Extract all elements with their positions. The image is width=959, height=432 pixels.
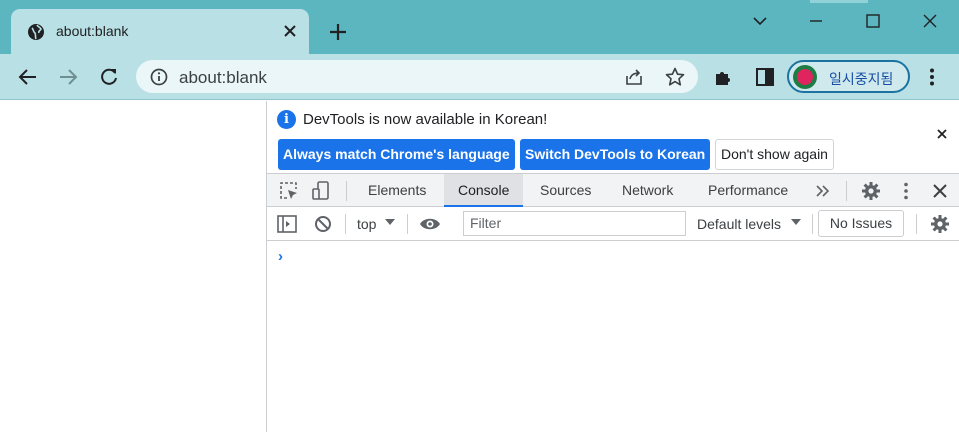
devtools-tab-bar: Elements Console Sources Network Perform… xyxy=(267,173,959,207)
toolbar-separator xyxy=(345,214,346,234)
toolbar-separator xyxy=(916,214,917,234)
maximize-icon[interactable] xyxy=(861,9,885,33)
dont-show-again-button[interactable]: Don't show again xyxy=(715,139,834,170)
toolbar-separator xyxy=(407,214,408,234)
minimize-icon[interactable] xyxy=(804,9,828,33)
console-settings-gear-icon[interactable] xyxy=(929,213,951,235)
switch-to-korean-button[interactable]: Switch DevTools to Korean xyxy=(520,139,711,170)
tab-search-chevron-icon[interactable] xyxy=(748,9,772,33)
device-toolbar-icon[interactable] xyxy=(310,180,332,202)
side-panel-icon[interactable] xyxy=(754,66,776,88)
kebab-menu-icon[interactable] xyxy=(921,66,943,88)
always-match-language-button[interactable]: Always match Chrome's language xyxy=(278,139,515,170)
infobar-close-icon[interactable] xyxy=(936,128,948,140)
close-window-icon[interactable] xyxy=(918,9,942,33)
globe-icon xyxy=(28,24,44,40)
reload-icon[interactable] xyxy=(98,66,120,88)
gear-icon[interactable] xyxy=(860,180,882,202)
browser-title-bar: about:blank xyxy=(0,0,959,54)
back-arrow-icon[interactable] xyxy=(17,66,39,88)
avatar xyxy=(793,65,817,89)
context-dropdown-icon[interactable] xyxy=(383,215,397,229)
address-bar[interactable]: about:blank xyxy=(136,60,698,93)
inspect-element-icon[interactable] xyxy=(278,180,300,202)
profile-button[interactable]: 일시중지됨 xyxy=(787,60,910,93)
new-tab-icon[interactable] xyxy=(328,22,348,42)
url-text[interactable]: about:blank xyxy=(179,68,267,88)
close-devtools-icon[interactable] xyxy=(929,180,951,202)
devtools-panel: i DevTools is now available in Korean! A… xyxy=(267,101,959,432)
language-infobar: i DevTools is now available in Korean! A… xyxy=(267,101,959,173)
window-highlight xyxy=(810,0,868,3)
toolbar-separator xyxy=(846,181,847,201)
bookmark-star-icon[interactable] xyxy=(664,66,686,88)
share-icon[interactable] xyxy=(623,66,645,88)
console-filter-input[interactable]: Filter xyxy=(463,211,686,236)
tab-console[interactable]: Console xyxy=(444,174,524,207)
info-icon: i xyxy=(277,110,296,129)
profile-status-label: 일시중지됨 xyxy=(829,71,894,87)
tab-close-icon[interactable] xyxy=(281,22,299,40)
tab-network[interactable]: Network xyxy=(608,174,687,207)
page-viewport[interactable] xyxy=(0,101,266,432)
toolbar-separator xyxy=(812,214,813,234)
toolbar-separator xyxy=(346,181,347,201)
tab-elements[interactable]: Elements xyxy=(354,174,440,207)
tab-title: about:blank xyxy=(56,23,129,39)
customize-menu-icon[interactable] xyxy=(895,180,917,202)
clear-console-icon[interactable] xyxy=(312,213,334,235)
site-info-icon[interactable] xyxy=(148,66,170,88)
issues-button[interactable]: No Issues xyxy=(818,210,904,237)
forward-arrow-icon[interactable] xyxy=(57,66,79,88)
log-levels-selector[interactable]: Default levels xyxy=(697,216,781,232)
levels-dropdown-icon[interactable] xyxy=(789,215,803,229)
tab-sources[interactable]: Sources xyxy=(526,174,605,207)
more-tabs-chevron-icon[interactable] xyxy=(812,180,834,202)
console-sidebar-icon[interactable] xyxy=(276,213,298,235)
browser-toolbar: about:blank 일시중지됨 xyxy=(0,54,959,100)
tab-performance[interactable]: Performance xyxy=(694,174,802,207)
browser-tab[interactable]: about:blank xyxy=(11,9,309,54)
infobar-message: DevTools is now available in Korean! xyxy=(303,111,548,128)
extensions-puzzle-icon[interactable] xyxy=(713,66,735,88)
live-expression-eye-icon[interactable] xyxy=(419,213,441,235)
console-prompt[interactable]: › xyxy=(278,248,283,265)
context-selector[interactable]: top xyxy=(357,216,376,232)
console-toolbar: top Filter Default levels No Issues xyxy=(267,207,959,241)
